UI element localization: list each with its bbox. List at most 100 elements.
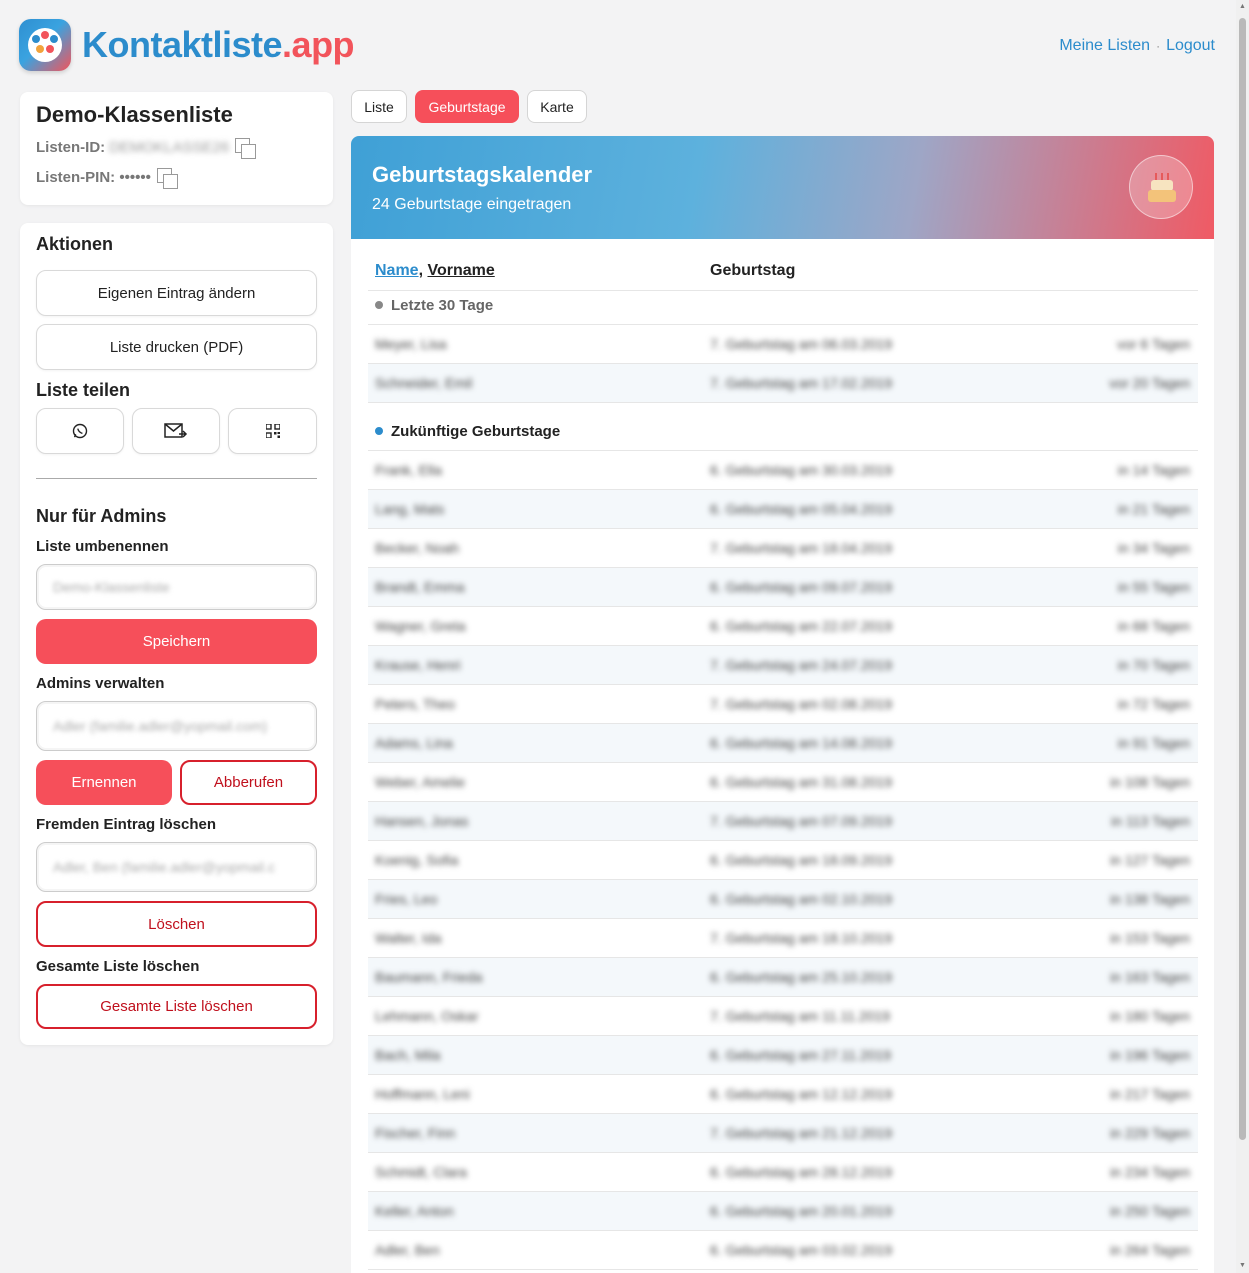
row-name: Krause, Henri <box>375 657 461 673</box>
table-row[interactable]: Koenig, Sofia 6. Geburtstag am 18.09.2019… <box>368 841 1198 880</box>
row-name: Hoffmann, Leni <box>375 1086 470 1102</box>
table-row[interactable]: Schmidt, Clara 6. Geburtstag am 28.12.201… <box>368 1153 1198 1192</box>
list-id-row: Listen-ID: DEMOKLASSE26 <box>36 138 257 159</box>
row-name: Brandt, Emma <box>375 579 465 595</box>
delete-all-button[interactable]: Gesamte Liste löschen <box>36 984 317 1029</box>
row-relative-date: vor 20 Tagen <box>1109 375 1190 391</box>
manage-admins-label: Admins verwalten <box>36 675 165 692</box>
share-email-button[interactable] <box>132 408 220 454</box>
table-row[interactable]: Becker, Noah 7. Geburtstag am 18.04.2019 i… <box>368 529 1198 568</box>
table-row[interactable]: Meyer, Lisa 7. Geburtstag am 06.03.2019 vo… <box>368 325 1198 364</box>
scroll-down-icon[interactable]: ▼ <box>1239 1262 1246 1269</box>
table-row[interactable]: Baumann, Frieda 6. Geburtstag am 25.10.20… <box>368 958 1198 997</box>
logo-icon[interactable] <box>19 19 71 71</box>
table-row[interactable]: Hansen, Jonas 7. Geburtstag am 07.09.2019… <box>368 802 1198 841</box>
tab-geburtstage[interactable]: Geburtstage <box>415 90 519 123</box>
table-row[interactable]: Bach, Mila 6. Geburtstag am 27.11.2019 in … <box>368 1036 1198 1075</box>
table-row[interactable]: Lehmann, Oskar 7. Geburtstag am 11.11.201… <box>368 997 1198 1036</box>
share-qr-button[interactable] <box>228 408 317 454</box>
table-row[interactable]: Peters, Theo 7. Geburtstag am 02.08.2019 i… <box>368 685 1198 724</box>
email-share-icon <box>164 423 188 438</box>
row-birthday: 7. Geburtstag am 07.09.2019 <box>710 813 893 829</box>
row-name: Weber, Amelie <box>375 774 466 790</box>
row-relative-date: in 91 Tagen <box>1117 735 1190 751</box>
tab-liste[interactable]: Liste <box>351 90 407 123</box>
group-dot <box>375 427 383 436</box>
admin-select-value: Adler (familie.adler@yopmail.com) <box>53 718 268 734</box>
row-name: Becker, Noah <box>375 540 460 556</box>
delete-entry-select[interactable]: Adler, Ben (familie.adler@yopmail.c <box>36 842 317 892</box>
column-header-name[interactable]: Name, Vorname <box>375 262 495 280</box>
nav-my-lists-link[interactable]: Meine Listen <box>1059 37 1150 54</box>
table-row[interactable]: Frank, Ella 6. Geburtstag am 30.03.2019 in… <box>368 451 1198 490</box>
row-relative-date: in 68 Tagen <box>1117 618 1190 634</box>
top-nav: Meine Listen · Logout <box>1059 37 1215 55</box>
share-whatsapp-button[interactable] <box>36 408 124 454</box>
row-name: Lehmann, Oskar <box>375 1008 479 1024</box>
row-birthday: 6. Geburtstag am 31.08.2019 <box>710 774 893 790</box>
table-row[interactable]: Lang, Mats 6. Geburtstag am 05.04.2019 in … <box>368 490 1198 529</box>
row-name: Fries, Leo <box>375 891 438 907</box>
rename-list-input[interactable]: Demo-Klassenliste <box>36 564 317 610</box>
nav-logout-link[interactable]: Logout <box>1166 37 1215 54</box>
row-birthday: 6. Geburtstag am 05.04.2019 <box>710 501 893 517</box>
admin-select[interactable]: Adler (familie.adler@yopmail.com) <box>36 701 317 751</box>
row-relative-date: in 138 Tagen <box>1110 891 1190 907</box>
save-button[interactable]: Speichern <box>36 619 317 664</box>
calendar-title: Geburtstagskalender <box>372 162 593 187</box>
row-birthday: 7. Geburtstag am 24.07.2019 <box>710 657 893 673</box>
print-pdf-button[interactable]: Liste drucken (PDF) <box>36 324 317 370</box>
copy-icon[interactable] <box>235 138 257 159</box>
table-row[interactable]: Krause, Henri 7. Geburtstag am 24.07.2019… <box>368 646 1198 685</box>
column-header-birthday: Geburtstag <box>710 262 796 279</box>
appoint-admin-button[interactable]: Ernennen <box>36 760 172 805</box>
actions-title: Aktionen <box>36 234 114 254</box>
list-pin-row: Listen-PIN: •••••• <box>36 168 178 189</box>
brand-logo[interactable]: Kontaktliste.app <box>82 24 355 66</box>
sort-by-name[interactable]: Name <box>375 262 419 279</box>
page-scrollbar[interactable]: ▲ ▼ <box>1236 0 1249 1273</box>
row-name: Adler, Ben <box>375 1242 440 1258</box>
list-pin-label: Listen-PIN: <box>36 168 116 186</box>
group-future-text: Zukünftige Geburtstage <box>391 423 561 440</box>
birthday-cake-icon <box>1129 155 1193 219</box>
row-birthday: 6. Geburtstag am 14.08.2019 <box>710 735 893 751</box>
row-name: Baumann, Frieda <box>375 969 483 985</box>
table-row[interactable]: Hoffmann, Leni 6. Geburtstag am 12.12.201… <box>368 1075 1198 1114</box>
nav-separator: · <box>1156 39 1161 53</box>
copy-icon[interactable] <box>156 168 178 189</box>
row-name: Keller, Anton <box>375 1203 454 1219</box>
birthday-calendar-panel: Geburtstagskalender 24 Geburtstage einge… <box>351 136 1214 1273</box>
share-title: Liste teilen <box>36 380 131 400</box>
table-row[interactable]: Weber, Amelie 6. Geburtstag am 31.08.2019… <box>368 763 1198 802</box>
table-row[interactable]: Wagner, Greta 6. Geburtstag am 22.07.2019… <box>368 607 1198 646</box>
row-relative-date: in 113 Tagen <box>1111 813 1190 829</box>
table-row[interactable]: Adler, Ben 6. Geburtstag am 03.02.2019 in … <box>368 1231 1198 1270</box>
row-birthday: 6. Geburtstag am 20.01.2019 <box>710 1203 893 1219</box>
row-name: Meyer, Lisa <box>375 336 447 352</box>
table-row[interactable]: Fries, Leo 6. Geburtstag am 02.10.2019 in … <box>368 880 1198 919</box>
row-relative-date: in 153 Tagen <box>1110 930 1190 946</box>
table-row[interactable]: Fischer, Finn 7. Geburtstag am 21.12.2019… <box>368 1114 1198 1153</box>
row-relative-date: in 72 Tagen <box>1117 696 1190 712</box>
table-row[interactable]: Brandt, Emma 6. Geburtstag am 09.07.2019 i… <box>368 568 1198 607</box>
whatsapp-icon <box>72 423 88 439</box>
row-birthday: 7. Geburtstag am 17.02.2019 <box>710 375 893 391</box>
list-id-label: Listen-ID: <box>36 138 106 156</box>
rename-label: Liste umbenennen <box>36 538 169 555</box>
table-row[interactable]: Schneider, Emil 7. Geburtstag am 17.02.20… <box>368 364 1198 403</box>
table-row[interactable]: Adams, Lina 6. Geburtstag am 14.08.2019 in… <box>368 724 1198 763</box>
scroll-up-icon[interactable]: ▲ <box>1239 3 1246 10</box>
sort-by-firstname[interactable]: Vorname <box>427 262 494 279</box>
row-birthday: 6. Geburtstag am 28.12.2019 <box>710 1164 893 1180</box>
divider <box>36 478 317 479</box>
table-row[interactable]: Walter, Ida 7. Geburtstag am 18.10.2019 in… <box>368 919 1198 958</box>
delete-entry-label: Fremden Eintrag löschen <box>36 816 217 833</box>
group-future-label: Zukünftige Geburtstage <box>375 423 560 440</box>
tab-karte[interactable]: Karte <box>527 90 587 123</box>
scrollbar-thumb[interactable] <box>1239 18 1246 1140</box>
table-row[interactable]: Keller, Anton 6. Geburtstag am 20.01.2019… <box>368 1192 1198 1231</box>
revoke-admin-button[interactable]: Abberufen <box>180 760 317 805</box>
delete-entry-button[interactable]: Löschen <box>36 901 317 947</box>
edit-own-entry-button[interactable]: Eigenen Eintrag ändern <box>36 270 317 316</box>
